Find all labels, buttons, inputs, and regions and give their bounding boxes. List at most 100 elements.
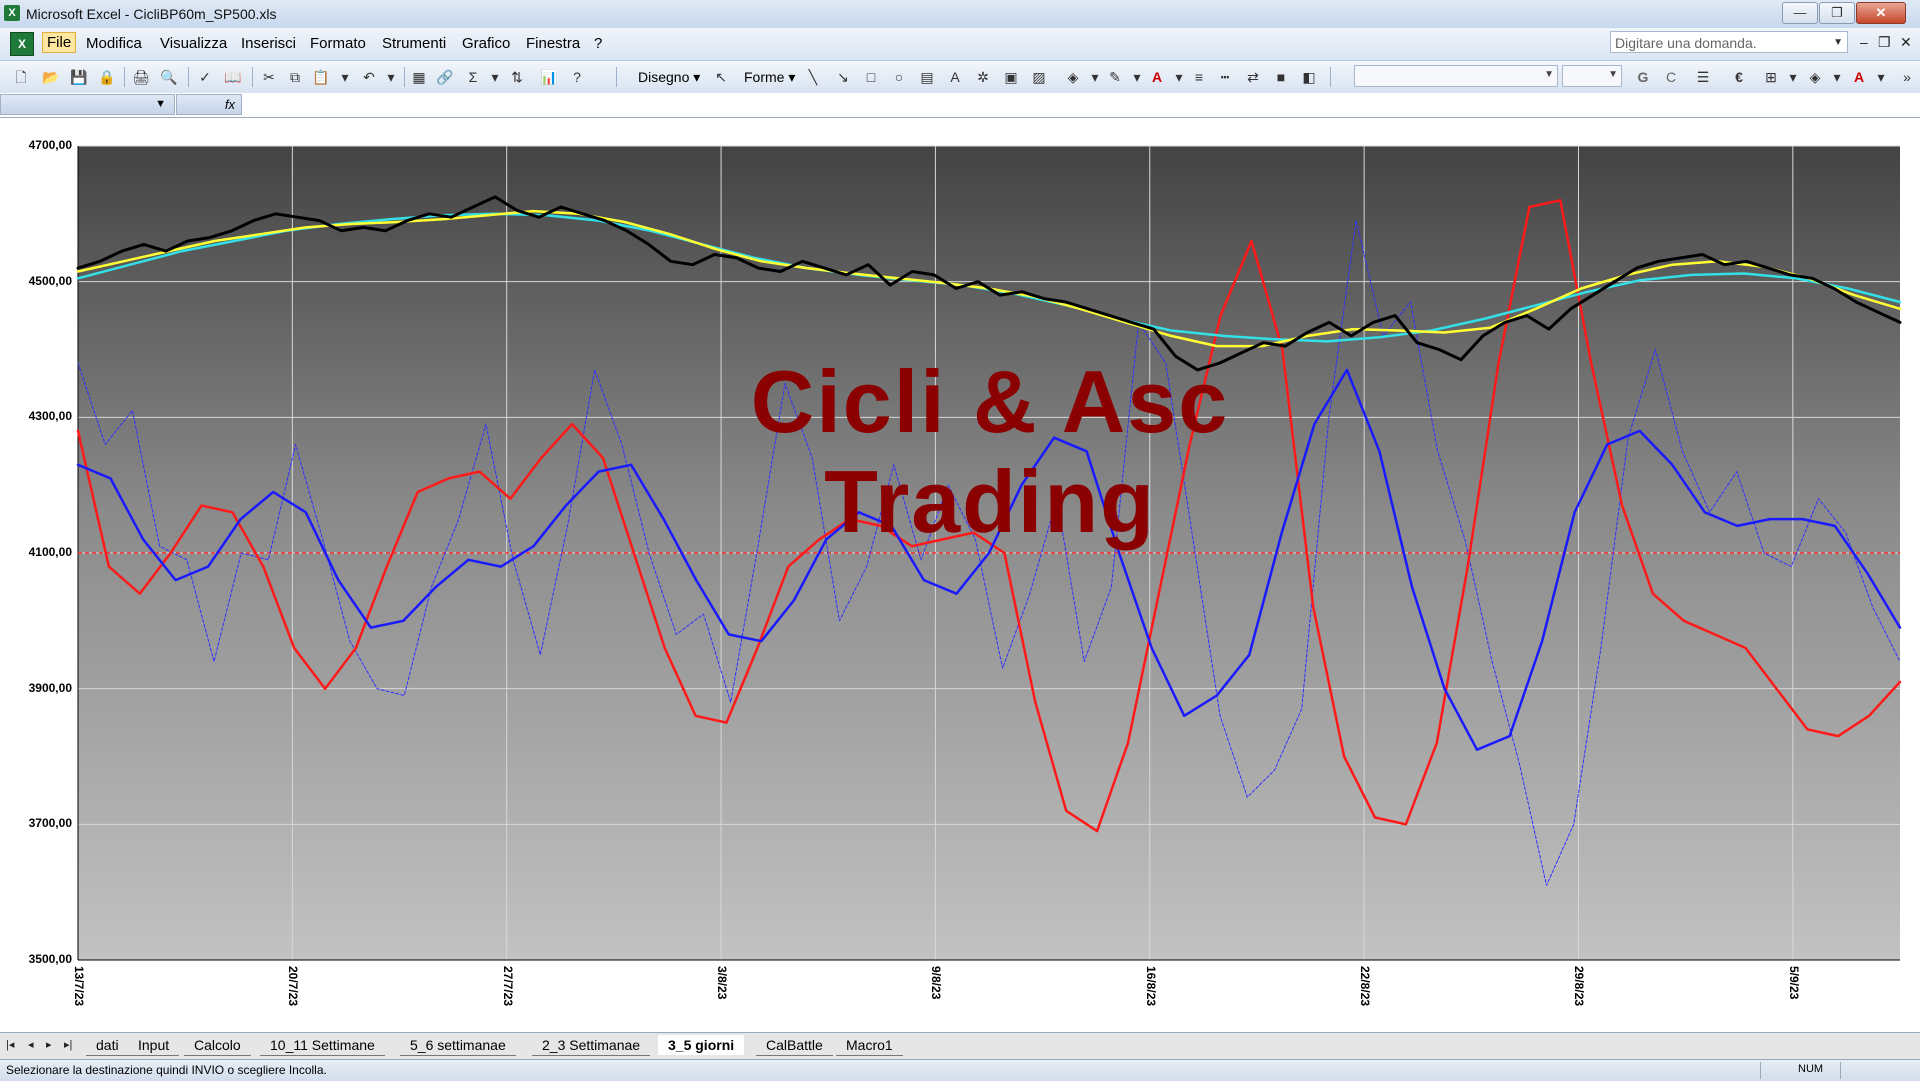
line-tool-icon[interactable]: ╲: [804, 68, 822, 86]
borders-dropdown-icon[interactable]: ▾: [1784, 68, 1802, 86]
sheet-tab-2-3-settimanae[interactable]: 2_3 Settimanae: [532, 1035, 651, 1056]
undo-icon[interactable]: ↶: [360, 68, 378, 86]
new-document-icon[interactable]: 🗋: [12, 68, 30, 86]
mdi-minimize-button[interactable]: –: [1860, 34, 1868, 50]
maximize-button[interactable]: ❐: [1819, 2, 1855, 24]
ask-dropdown-icon[interactable]: ▼: [1833, 32, 1843, 54]
font-size-dropdown-icon[interactable]: ▼: [1608, 69, 1618, 80]
menu-inserisci[interactable]: Inserisci: [241, 35, 296, 52]
ask-question-box[interactable]: Digitare una domanda. ▼: [1610, 31, 1848, 53]
cut-icon[interactable]: ✂: [260, 68, 278, 86]
wordart-icon[interactable]: A: [946, 68, 964, 86]
insert-function-button[interactable]: fx: [176, 94, 242, 115]
text-color-icon[interactable]: A: [1850, 68, 1868, 86]
menu-formato[interactable]: Formato: [310, 35, 366, 52]
menu-grafico[interactable]: Grafico: [462, 35, 510, 52]
sheet-tab-5-6-settimanae[interactable]: 5_6 settimanae: [400, 1035, 516, 1056]
sheet-tab-calcolo[interactable]: Calcolo: [184, 1035, 251, 1056]
menu-visualizza[interactable]: Visualizza: [160, 35, 227, 52]
menu-modifica[interactable]: Modifica: [86, 35, 142, 52]
font-size-combo[interactable]: ▼: [1562, 65, 1622, 87]
italic-button[interactable]: C: [1662, 68, 1680, 86]
mdi-restore-button[interactable]: ❐: [1878, 34, 1891, 51]
clipart-icon[interactable]: ▣: [1002, 68, 1020, 86]
sheet-tab-bar: |◂ ◂ ▸ ▸| dati Input Calcolo 10_11 Setti…: [0, 1032, 1920, 1059]
toolbar-options-icon[interactable]: »: [1898, 68, 1916, 86]
fill-color-dropdown-icon[interactable]: ▾: [1086, 68, 1104, 86]
oval-tool-icon[interactable]: ○: [890, 68, 908, 86]
chart-plot: [76, 145, 1902, 961]
watermark-line-1: Cicli & Asc: [750, 352, 1230, 451]
first-sheet-icon[interactable]: |◂: [6, 1038, 14, 1051]
help-icon[interactable]: ?: [568, 68, 586, 86]
spelling-icon[interactable]: ✓: [196, 68, 214, 86]
bold-button[interactable]: G: [1634, 68, 1652, 86]
workbook-icon[interactable]: X: [10, 32, 34, 56]
paste-dropdown-icon[interactable]: ▾: [336, 68, 354, 86]
toolbar-separator: [124, 67, 125, 87]
line-color-icon[interactable]: ✎: [1106, 68, 1124, 86]
text-color-dropdown-icon[interactable]: ▾: [1872, 68, 1890, 86]
sheet-tab-input[interactable]: Input: [128, 1035, 180, 1056]
permission-icon[interactable]: 🔒: [98, 68, 116, 86]
close-button[interactable]: ✕: [1856, 2, 1906, 24]
font-color-dropdown-icon[interactable]: ▾: [1170, 68, 1188, 86]
chart-wizard-icon[interactable]: 📊: [540, 68, 558, 86]
rectangle-tool-icon[interactable]: □: [862, 68, 880, 86]
hyperlink-icon[interactable]: 🔗: [436, 68, 454, 86]
menu-strumenti[interactable]: Strumenti: [382, 35, 446, 52]
menu-help[interactable]: ?: [594, 35, 602, 52]
diagram-icon[interactable]: ✲: [974, 68, 992, 86]
name-box[interactable]: ▼: [0, 94, 175, 115]
line-style-icon[interactable]: ≡: [1190, 68, 1208, 86]
arrow-tool-icon[interactable]: ↘: [834, 68, 852, 86]
mdi-close-button[interactable]: ✕: [1900, 34, 1912, 51]
textbox-tool-icon[interactable]: ▤: [918, 68, 936, 86]
sheet-tab-10-11-settimane[interactable]: 10_11 Settimane: [260, 1035, 385, 1056]
borders-icon[interactable]: ⊞: [1762, 68, 1780, 86]
forme-menu[interactable]: Forme ▾: [744, 69, 795, 86]
menu-finestra[interactable]: Finestra: [526, 35, 580, 52]
copy-icon[interactable]: ⧉: [286, 68, 304, 86]
sort-icon[interactable]: ⇅: [508, 68, 526, 86]
autosum-dropdown-icon[interactable]: ▾: [486, 68, 504, 86]
menu-file[interactable]: File: [42, 32, 77, 53]
font-color-icon[interactable]: A: [1148, 68, 1166, 86]
highlight-fill-icon[interactable]: ◈: [1806, 68, 1824, 86]
save-icon[interactable]: 💾: [70, 68, 88, 86]
shadow-icon[interactable]: ■: [1272, 68, 1290, 86]
picture-icon[interactable]: ▨: [1030, 68, 1048, 86]
print-preview-icon[interactable]: 🔍: [160, 68, 178, 86]
highlight-dropdown-icon[interactable]: ▾: [1828, 68, 1846, 86]
name-box-dropdown-icon[interactable]: ▼: [155, 98, 166, 110]
disegno-menu[interactable]: Disegno ▾: [638, 69, 700, 86]
autosum-icon[interactable]: Σ: [464, 68, 482, 86]
window-title: Microsoft Excel - CicliBP60m_SP500.xls: [26, 6, 277, 22]
last-sheet-icon[interactable]: ▸|: [64, 1038, 72, 1051]
sheet-tab-3-5-giorni[interactable]: 3_5 giorni: [658, 1035, 745, 1055]
fill-color-icon[interactable]: ◈: [1064, 68, 1082, 86]
sheet-tab-macro1[interactable]: Macro1: [836, 1035, 903, 1056]
open-folder-icon[interactable]: 📂: [42, 68, 60, 86]
excel-app-icon[interactable]: X: [4, 5, 20, 21]
undo-dropdown-icon[interactable]: ▾: [382, 68, 400, 86]
paste-icon[interactable]: 📋: [312, 68, 330, 86]
sheet-tab-calbattle[interactable]: CalBattle: [756, 1035, 833, 1056]
currency-button[interactable]: €: [1730, 68, 1748, 86]
line-color-dropdown-icon[interactable]: ▾: [1128, 68, 1146, 86]
next-sheet-icon[interactable]: ▸: [46, 1038, 52, 1051]
align-icon[interactable]: ☰: [1694, 68, 1712, 86]
prev-sheet-icon[interactable]: ◂: [28, 1038, 34, 1051]
minimize-button[interactable]: —: [1782, 2, 1818, 24]
arrow-style-icon[interactable]: ⇄: [1244, 68, 1262, 86]
dash-style-icon[interactable]: ┅: [1216, 68, 1234, 86]
chart-area-icon[interactable]: ▦: [410, 68, 428, 86]
print-icon[interactable]: 🖨: [132, 68, 150, 86]
select-objects-icon[interactable]: ↖: [712, 68, 730, 86]
font-name-dropdown-icon[interactable]: ▼: [1544, 69, 1554, 80]
sheet-tab-dati[interactable]: dati: [86, 1035, 129, 1056]
font-name-combo[interactable]: ▼: [1354, 65, 1558, 87]
3d-style-icon[interactable]: ◧: [1300, 68, 1318, 86]
research-icon[interactable]: 📖: [224, 68, 242, 86]
chart-area[interactable]: 4700,00 4500,00 4300,00 4100,00 3900,00 3700,…: [0, 118, 1920, 1032]
